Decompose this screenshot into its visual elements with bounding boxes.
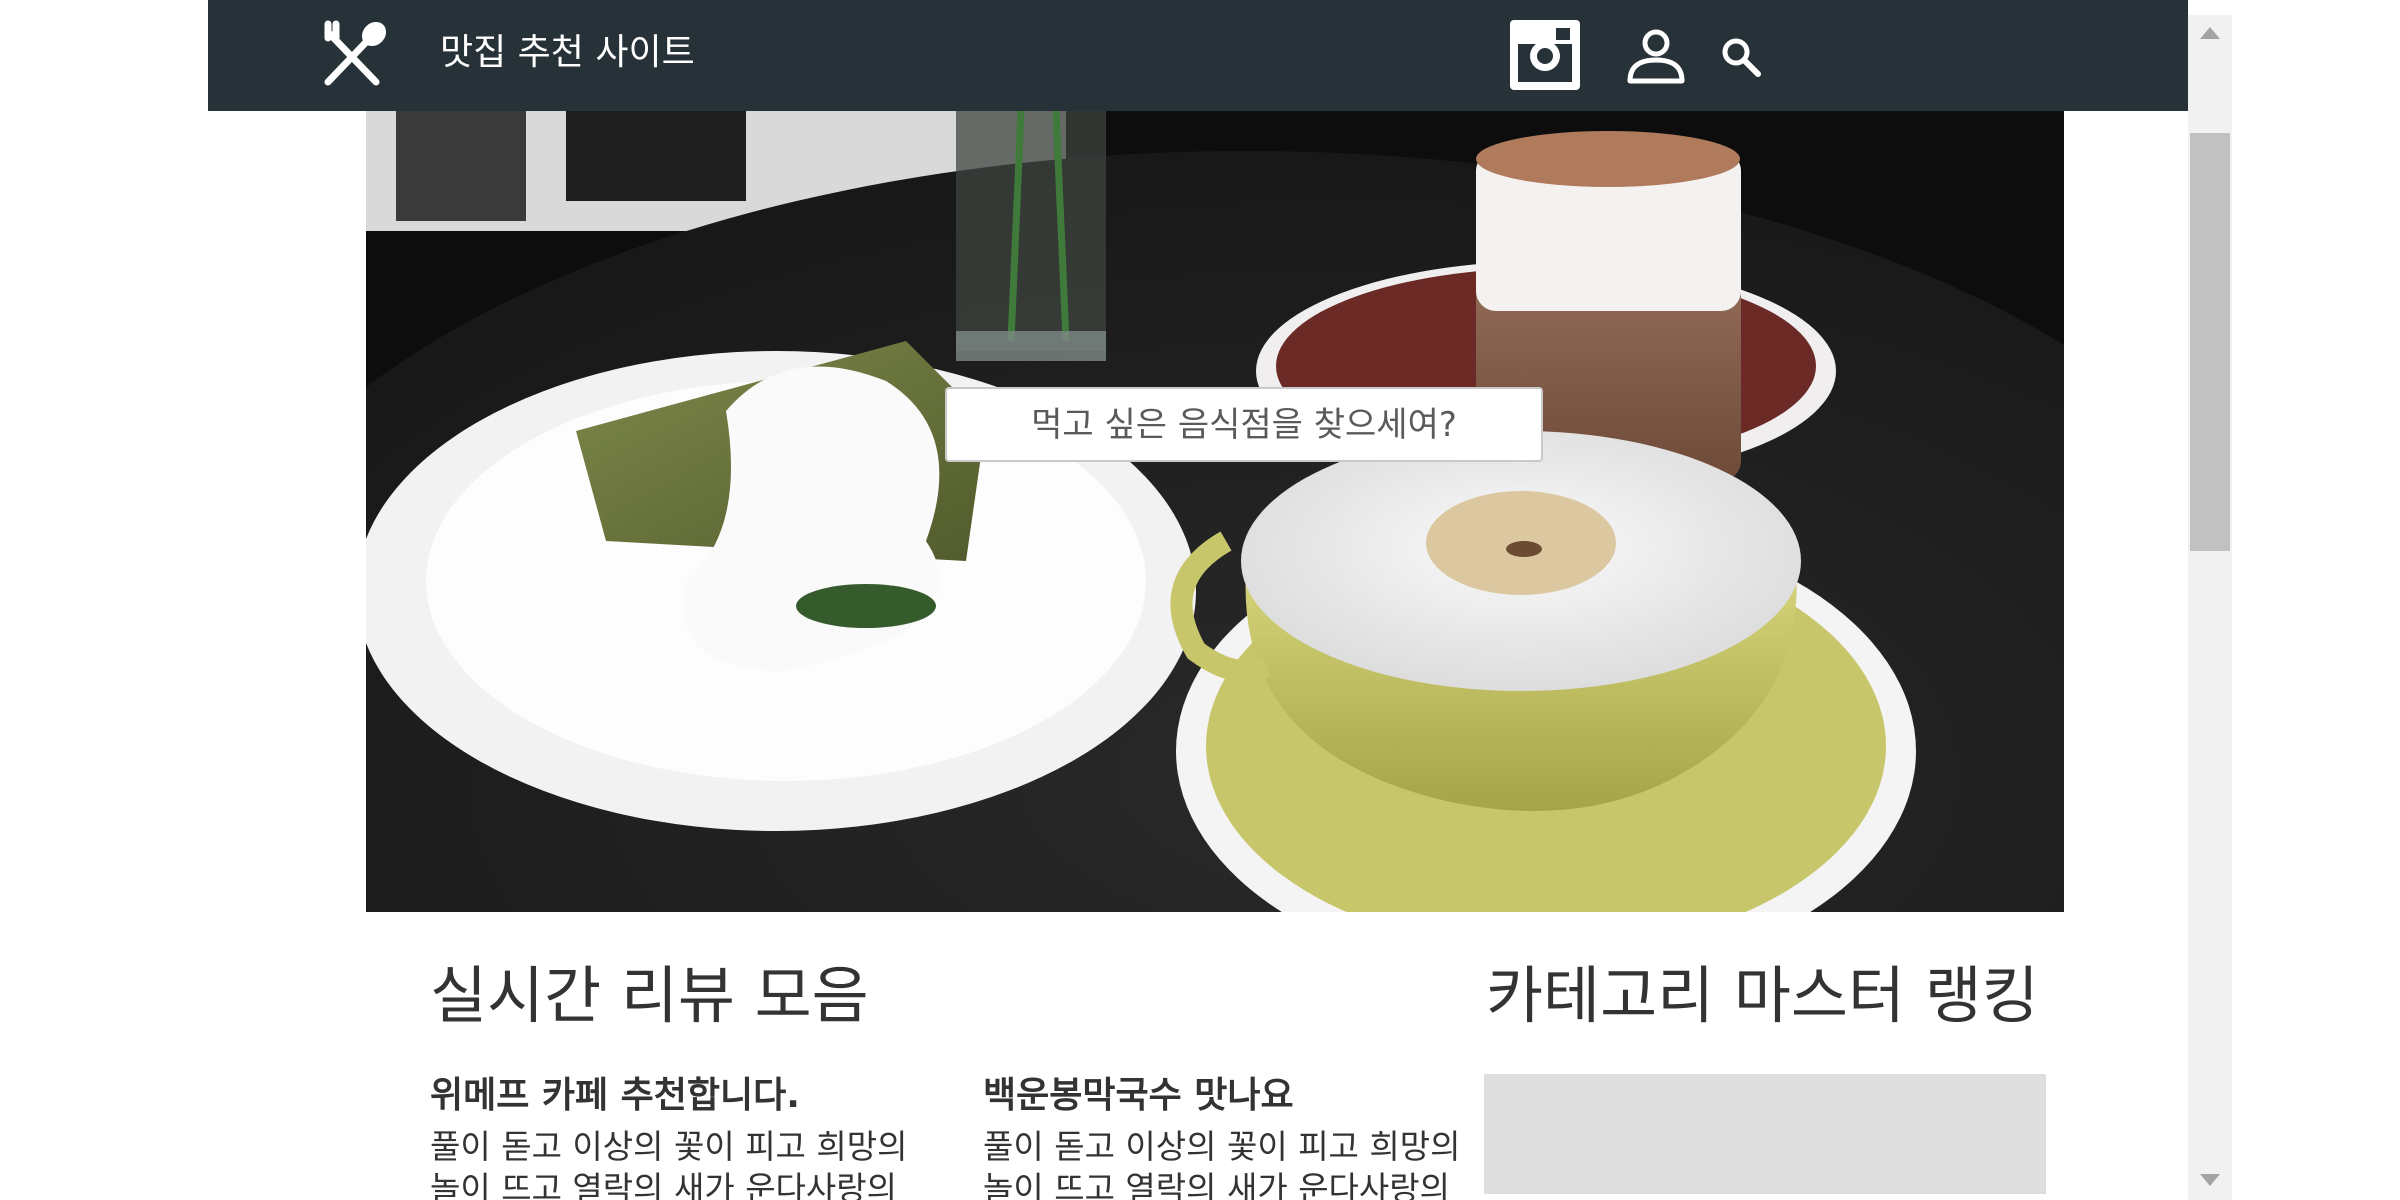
- ranking-section-title: 카테고리 마스터 랭킹: [1486, 959, 2039, 1032]
- ranking-placeholder: [1484, 1074, 2046, 1194]
- cafe-desserts-photo: [366, 111, 2064, 912]
- reviews-section-title: 실시간 리뷰 모음: [430, 959, 869, 1032]
- review-body: 풀이 돋고 이상의 꽃이 피고 희망의 놀이 뜨고 열락의 새가 운다사랑의: [430, 1127, 908, 1200]
- scroll-down-arrow-icon[interactable]: [2188, 1160, 2232, 1200]
- review-card[interactable]: 백운봉막국수 맛나요 풀이 돋고 이상의 꽃이 피고 희망의 놀이 뜨고 열락의…: [983, 1072, 1463, 1200]
- search-icon[interactable]: [1720, 36, 1762, 78]
- review-title[interactable]: 백운봉막국수 맛나요: [983, 1072, 1463, 1120]
- scroll-thumb[interactable]: [2190, 133, 2230, 551]
- search-input[interactable]: [945, 387, 1543, 462]
- review-body: 풀이 돋고 이상의 꽃이 피고 희망의 놀이 뜨고 열락의 새가 운다사랑의: [983, 1127, 1461, 1200]
- user-icon[interactable]: [1626, 28, 1686, 84]
- instagram-icon[interactable]: [1510, 20, 1580, 90]
- review-title[interactable]: 위메프 카페 추천합니다.: [430, 1072, 910, 1120]
- site-title[interactable]: 맛집 추천 사이트: [440, 28, 695, 78]
- fork-spoon-icon[interactable]: [318, 20, 390, 92]
- scroll-up-arrow-icon[interactable]: [2188, 15, 2232, 55]
- page-scrollbar[interactable]: [2188, 15, 2232, 1200]
- review-card[interactable]: 위메프 카페 추천합니다. 풀이 돋고 이상의 꽃이 피고 희망의 놀이 뜨고 …: [430, 1072, 910, 1200]
- browser-viewport: 맛집 추천 사이트 먹고 싶은 음식점을 찾으세여? 실시간 리뷰 모음 카테고…: [208, 0, 2188, 1200]
- hero-banner: [366, 111, 2064, 912]
- top-navbar: 맛집 추천 사이트: [208, 0, 2188, 111]
